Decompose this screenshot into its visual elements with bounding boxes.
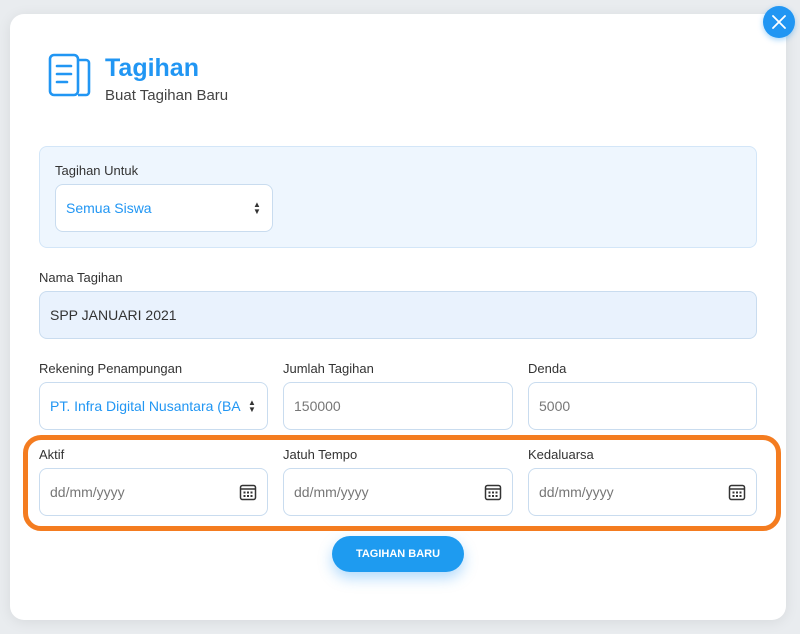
document-icon	[48, 53, 91, 97]
jatuh-tempo-placeholder: dd/mm/yyyy	[294, 484, 369, 500]
tagihan-untuk-select[interactable]: Semua Siswa ▲ ▼	[55, 184, 273, 232]
page-title: Tagihan	[105, 54, 199, 82]
denda-label: Denda	[528, 361, 567, 376]
rekening-select[interactable]: PT. Infra Digital Nusantara (BA ▲ ▼	[39, 382, 268, 430]
kedaluarsa-date-input[interactable]: dd/mm/yyyy	[528, 468, 757, 516]
nama-tagihan-value: SPP JANUARI 2021	[50, 307, 177, 323]
denda-value: 5000	[539, 398, 571, 414]
page-subtitle: Buat Tagihan Baru	[105, 87, 229, 104]
close-button[interactable]	[763, 6, 795, 38]
aktif-label: Aktif	[39, 447, 65, 462]
calendar-icon[interactable]	[484, 483, 502, 501]
tagihan-untuk-value: Semua Siswa	[66, 200, 152, 216]
calendar-icon[interactable]	[728, 483, 746, 501]
calendar-icon[interactable]	[239, 483, 257, 501]
rekening-label: Rekening Penampungan	[39, 361, 183, 376]
tagihan-untuk-label: Tagihan Untuk	[55, 163, 139, 178]
close-icon	[772, 15, 786, 29]
kedaluarsa-label: Kedaluarsa	[528, 447, 594, 462]
select-arrows-icon: ▲ ▼	[253, 200, 261, 216]
select-arrows-icon: ▲ ▼	[248, 398, 256, 414]
jumlah-label: Jumlah Tagihan	[283, 361, 374, 376]
jatuh-tempo-label: Jatuh Tempo	[283, 447, 358, 462]
tagihan-baru-button[interactable]: TAGIHAN BARU	[332, 536, 464, 572]
denda-input[interactable]: 5000	[528, 382, 757, 430]
aktif-placeholder: dd/mm/yyyy	[50, 484, 125, 500]
nama-tagihan-label: Nama Tagihan	[39, 270, 123, 285]
jumlah-value: 150000	[294, 398, 341, 414]
kedaluarsa-placeholder: dd/mm/yyyy	[539, 484, 614, 500]
rekening-value: PT. Infra Digital Nusantara (BA	[50, 398, 241, 414]
jumlah-input[interactable]: 150000	[283, 382, 513, 430]
jatuh-tempo-date-input[interactable]: dd/mm/yyyy	[283, 468, 513, 516]
nama-tagihan-input[interactable]: SPP JANUARI 2021	[39, 291, 757, 339]
aktif-date-input[interactable]: dd/mm/yyyy	[39, 468, 268, 516]
